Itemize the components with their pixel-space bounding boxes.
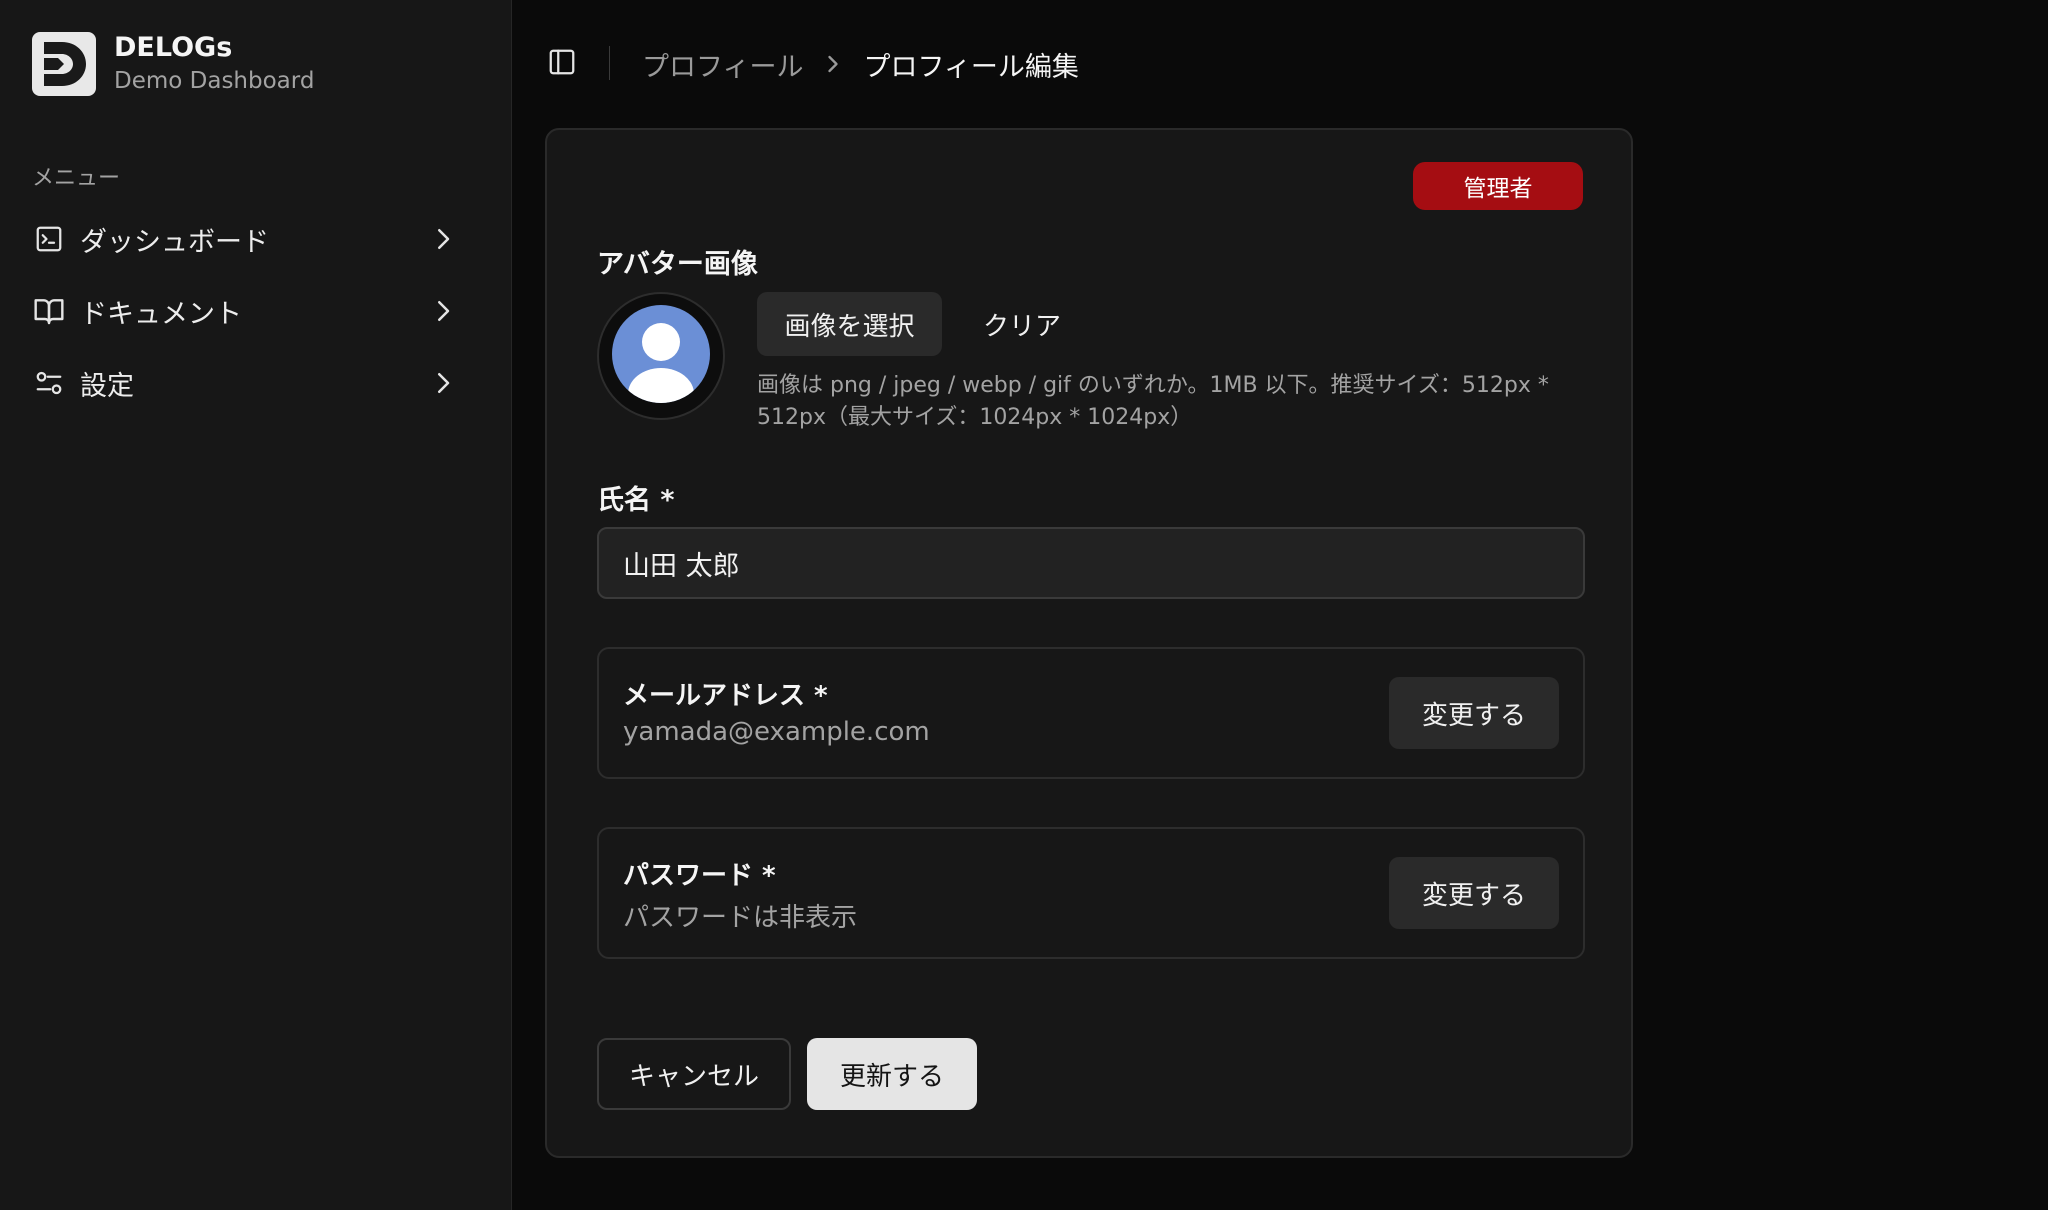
avatar-hint-text: 画像は png / jpeg / webp / gif のいずれか。1MB 以下…	[757, 373, 1549, 430]
change-password-button[interactable]: 変更する	[1389, 857, 1559, 929]
avatar-label: アバター画像	[597, 249, 758, 280]
brand-name: DELOGs	[114, 32, 233, 63]
header-divider	[609, 46, 610, 80]
breadcrumb-current: プロフィール編集	[863, 51, 1079, 83]
clear-image-button[interactable]: クリア	[962, 292, 1082, 356]
sidebar: DELOGs Demo Dashboard メニュー ダッシュボード ドキュメン…	[0, 0, 512, 1210]
brand-text: DELOGs Demo Dashboard	[114, 31, 314, 97]
chevron-right-icon	[428, 368, 458, 398]
name-input[interactable]	[597, 527, 1585, 599]
select-image-button[interactable]: 画像を選択	[757, 292, 942, 356]
email-value: yamada@example.com	[623, 717, 930, 747]
delogs-logo-icon	[32, 32, 96, 96]
sidebar-item-label: ドキュメント	[80, 298, 242, 330]
profile-edit-card: 管理者 アバター画像 画像を選択 クリア 画像は png / jpeg / we…	[545, 128, 1633, 1158]
password-field-box: パスワード * パスワードは非表示 変更する	[597, 827, 1585, 959]
change-email-button[interactable]: 変更する	[1389, 677, 1559, 749]
chevron-right-icon	[428, 224, 458, 254]
password-label: パスワード *	[623, 861, 776, 891]
terminal-square-icon	[32, 222, 66, 256]
sidebar-toggle-button[interactable]	[542, 44, 582, 84]
role-badge: 管理者	[1413, 162, 1583, 210]
settings-sliders-icon	[32, 366, 66, 400]
sidebar-item-settings[interactable]: 設定	[20, 354, 480, 412]
sidebar-item-label: ダッシュボード	[80, 226, 269, 258]
breadcrumb-link-profile[interactable]: プロフィール	[642, 45, 803, 84]
brand[interactable]: DELOGs Demo Dashboard	[32, 31, 314, 97]
brand-subtitle: Demo Dashboard	[114, 68, 315, 94]
name-label: 氏名 *	[597, 485, 675, 516]
chevron-right-icon	[428, 296, 458, 326]
sidebar-item-documents[interactable]: ドキュメント	[20, 282, 480, 340]
panel-left-icon	[547, 47, 577, 81]
update-button[interactable]: 更新する	[807, 1038, 977, 1110]
password-value: パスワードは非表示	[623, 903, 858, 933]
app-root: DELOGs Demo Dashboard メニュー ダッシュボード ドキュメン…	[0, 0, 2048, 1210]
breadcrumb: プロフィール プロフィール編集	[642, 44, 1079, 84]
book-open-icon	[32, 294, 66, 328]
sidebar-item-dashboard[interactable]: ダッシュボード	[20, 210, 480, 268]
cancel-button[interactable]: キャンセル	[597, 1038, 791, 1110]
menu-section-label: メニュー	[32, 166, 121, 191]
header: プロフィール プロフィール編集	[512, 0, 2048, 128]
avatar	[597, 292, 725, 420]
user-avatar-icon	[611, 304, 711, 408]
sidebar-item-label: 設定	[80, 370, 134, 402]
email-field-box: メールアドレス * yamada@example.com 変更する	[597, 647, 1585, 779]
chevron-right-icon	[819, 50, 847, 78]
email-label: メールアドレス *	[623, 681, 828, 711]
